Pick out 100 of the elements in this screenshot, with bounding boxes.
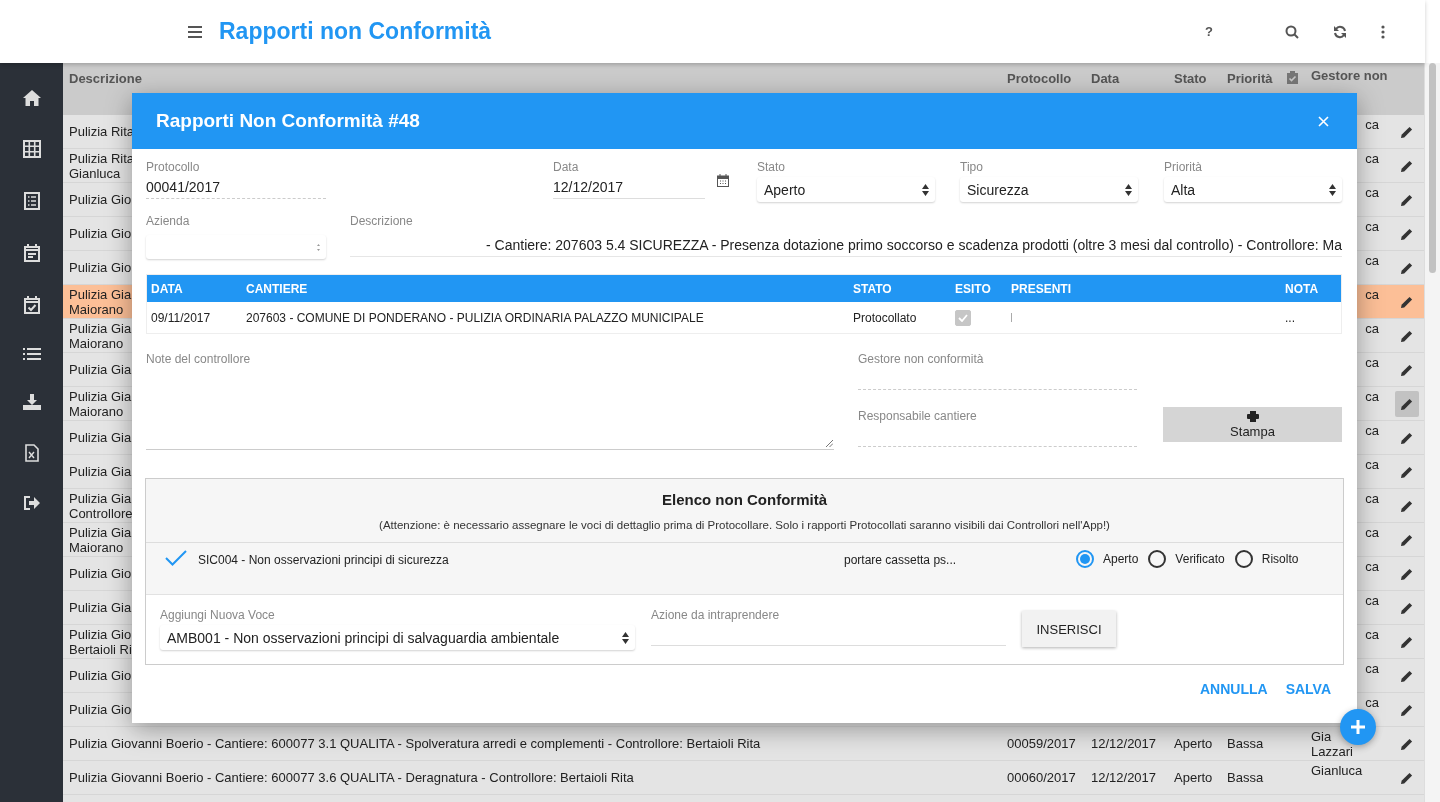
new-item-select[interactable]: AMB001 - Non osservazioni principi di salvaguardia ambientale <box>160 625 635 650</box>
excel-file-icon[interactable] <box>24 444 39 462</box>
table-cell: Controllore <box>69 505 133 521</box>
insert-button[interactable]: INSERISCI <box>1022 611 1116 647</box>
pencil-icon <box>1400 193 1413 206</box>
table-cell: ca <box>1365 151 1379 166</box>
help-button[interactable]: ? <box>1205 24 1213 39</box>
table-cell: 12/12/2017 <box>1091 736 1157 751</box>
close-icon[interactable] <box>1318 115 1329 127</box>
pencil-icon <box>1400 465 1413 478</box>
pencil-icon <box>1400 703 1413 716</box>
table-cell: ... <box>1285 310 1295 325</box>
logout-icon[interactable] <box>23 496 40 510</box>
table-cell: Gia Lazzari <box>1311 729 1353 759</box>
app-title: Rapporti non Conformità <box>219 18 492 45</box>
updown-arrows-icon <box>1329 183 1336 196</box>
pencil-icon <box>1400 635 1413 648</box>
table-cell: Pulizia Gio <box>69 226 132 241</box>
column-header: ESITO <box>955 281 992 296</box>
field-label: Stato <box>757 160 787 176</box>
column-header[interactable]: Gestore non <box>1309 68 1389 83</box>
status-radio[interactable]: Verificato <box>1148 550 1225 568</box>
table-cell: Aperto <box>1174 736 1213 751</box>
search-icon[interactable] <box>1285 24 1299 39</box>
pencil-icon <box>1400 227 1413 240</box>
edit-button[interactable] <box>1394 390 1419 417</box>
table-cell: Aperto <box>1174 770 1213 785</box>
notice-text: (Attenzione: è necessario assegnare le voci di dettaglio prima di Protocollare. Solo i rapporti Protocollati saranno visibili dai Controllori nell'App!) <box>379 519 1110 531</box>
field-label: Data <box>553 160 580 176</box>
pencil-icon <box>1400 295 1413 308</box>
pencil-icon <box>1400 771 1413 784</box>
pencil-icon <box>1400 363 1413 376</box>
checkbox[interactable] <box>955 309 971 326</box>
column-header[interactable]: Protocollo <box>1007 68 1091 86</box>
pencil-icon <box>1400 669 1413 682</box>
bullet-list-icon[interactable] <box>22 348 41 360</box>
print-button[interactable]: Stampa <box>1163 407 1342 442</box>
scrollbar-thumb[interactable] <box>1429 63 1436 273</box>
table-cell: Pulizia Gio <box>69 702 132 717</box>
pencil-icon <box>1400 125 1413 138</box>
pencil-icon <box>1400 397 1413 410</box>
status-select[interactable]: Aperto <box>757 177 935 202</box>
table-cell: 207603 - COMUNE DI PONDERANO - PULIZIA ORDINARIA PALAZZO MUNICIPALE <box>246 310 704 325</box>
home-icon[interactable] <box>22 90 41 106</box>
calendar-icon[interactable] <box>717 174 729 187</box>
table-cell: Pulizia Gia <box>69 362 132 377</box>
column-header[interactable]: Priorità <box>1227 68 1287 86</box>
updown-arrows-icon <box>622 631 629 644</box>
table-cell: Bassa <box>1227 770 1264 785</box>
type-select[interactable]: Sicurezza <box>960 177 1138 202</box>
column-header[interactable]: Data <box>1091 68 1174 86</box>
priority-select[interactable]: Alta <box>1164 177 1342 202</box>
pencil-icon <box>1400 601 1413 614</box>
field-label: Aggiungi Nuova Voce <box>160 608 276 624</box>
field-label: Tipo <box>960 160 984 176</box>
table-cell: ca <box>1365 321 1379 336</box>
table-cell: Bertaioli Ri <box>69 641 132 657</box>
pencil-icon <box>1400 737 1413 750</box>
menu-icon[interactable] <box>188 25 202 38</box>
pencil-icon <box>1400 431 1413 444</box>
updown-arrows-icon <box>1125 183 1132 196</box>
table-cell: ca <box>1365 695 1379 710</box>
column-header[interactable]: Stato <box>1174 68 1227 86</box>
table-cell: ca <box>1365 287 1379 302</box>
field-label: Protocollo <box>146 160 201 176</box>
field-label: Descrizione <box>350 214 414 230</box>
field-label: Responsabile cantiere <box>858 409 978 425</box>
pencil-icon <box>1400 329 1413 342</box>
table-cell: Pulizia Giovanni Boerio - Cantiere: 600077 3.1 QUALITA - Spolveratura arredi e complementi - Controllore: Bertaioli Rita <box>69 736 761 751</box>
calendar-check-icon[interactable] <box>23 296 40 314</box>
dialog-title: Rapporti Non Conformità #48 <box>156 110 420 132</box>
table-cell: ca <box>1365 661 1379 676</box>
table-cell: ca <box>1365 117 1379 132</box>
table-cell: 12/12/2017 <box>1091 770 1157 785</box>
table-cell: ca <box>1365 355 1379 370</box>
protocol-field[interactable]: 00041/2017 <box>146 177 326 199</box>
pencil-icon <box>1400 159 1413 172</box>
status-radio[interactable]: Aperto <box>1076 550 1139 568</box>
table-cell: ca <box>1365 389 1379 404</box>
updown-arrows-icon <box>317 243 320 251</box>
field-label: Note del controllore <box>146 352 252 368</box>
description-field[interactable]: - Cantiere: 207603 5.4 SICUREZZA - Presenza dotazione primo soccorso e scadenza prodotti (oltre 3 mesi dal controllo) - Controllore: Ma <box>350 231 1342 257</box>
column-header[interactable]: Descrizione <box>63 68 1007 86</box>
table-cell: Pulizia Gio <box>69 260 132 275</box>
table-cell: Gianluca <box>1311 763 1363 778</box>
table-cell: Maiorano <box>69 539 124 555</box>
pencil-icon <box>1400 567 1413 580</box>
status-radio[interactable]: Risolto <box>1234 550 1299 568</box>
calendar-icon[interactable] <box>23 244 40 262</box>
date-field[interactable]: 12/12/2017 <box>553 177 705 199</box>
download-icon[interactable] <box>22 394 41 410</box>
item-action: portare cassetta ps... <box>844 552 958 567</box>
list-icon[interactable] <box>23 192 40 210</box>
table-cell: ca <box>1365 593 1379 608</box>
more-icon[interactable] <box>1381 24 1385 39</box>
refresh-icon[interactable] <box>1333 24 1347 39</box>
table-cell: ca <box>1365 253 1379 268</box>
clipboard-check-icon <box>1287 71 1298 84</box>
resize-handle-icon[interactable] <box>826 440 833 447</box>
grid-icon[interactable] <box>22 140 41 158</box>
